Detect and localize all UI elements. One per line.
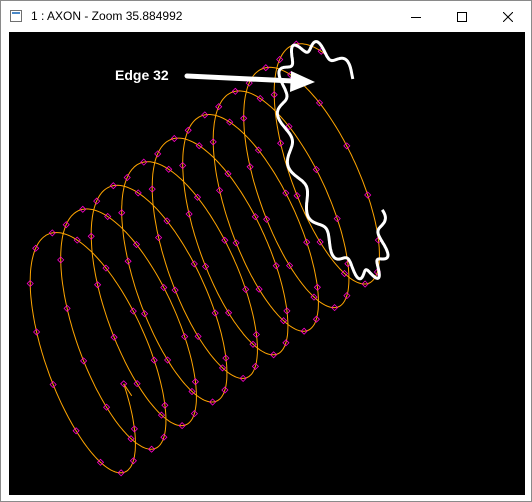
arrow-head — [290, 71, 315, 92]
minimize-icon — [411, 16, 421, 18]
maximize-icon — [457, 11, 467, 22]
vertex-markers — [26, 40, 382, 477]
close-button[interactable] — [485, 1, 531, 32]
edge-annotation-label: Edge 32 — [115, 67, 169, 83]
title-bar[interactable]: 1 : AXON - Zoom 35.884992 — [1, 1, 531, 32]
app-icon[interactable] — [10, 10, 22, 22]
helix-scene[interactable] — [9, 32, 525, 495]
window-title: 1 : AXON - Zoom 35.884992 — [31, 9, 183, 23]
helix-path — [29, 43, 380, 474]
graphics-viewport[interactable]: Edge 32 — [9, 32, 525, 495]
close-icon — [503, 11, 513, 22]
annotation-arrow — [184, 71, 315, 92]
arrow-shaft — [184, 73, 296, 84]
maximize-button[interactable] — [439, 1, 485, 32]
axon-window: 1 : AXON - Zoom 35.884992 Edge 32 — [0, 0, 532, 502]
minimize-button[interactable] — [393, 1, 439, 32]
helix-curve — [29, 43, 380, 474]
